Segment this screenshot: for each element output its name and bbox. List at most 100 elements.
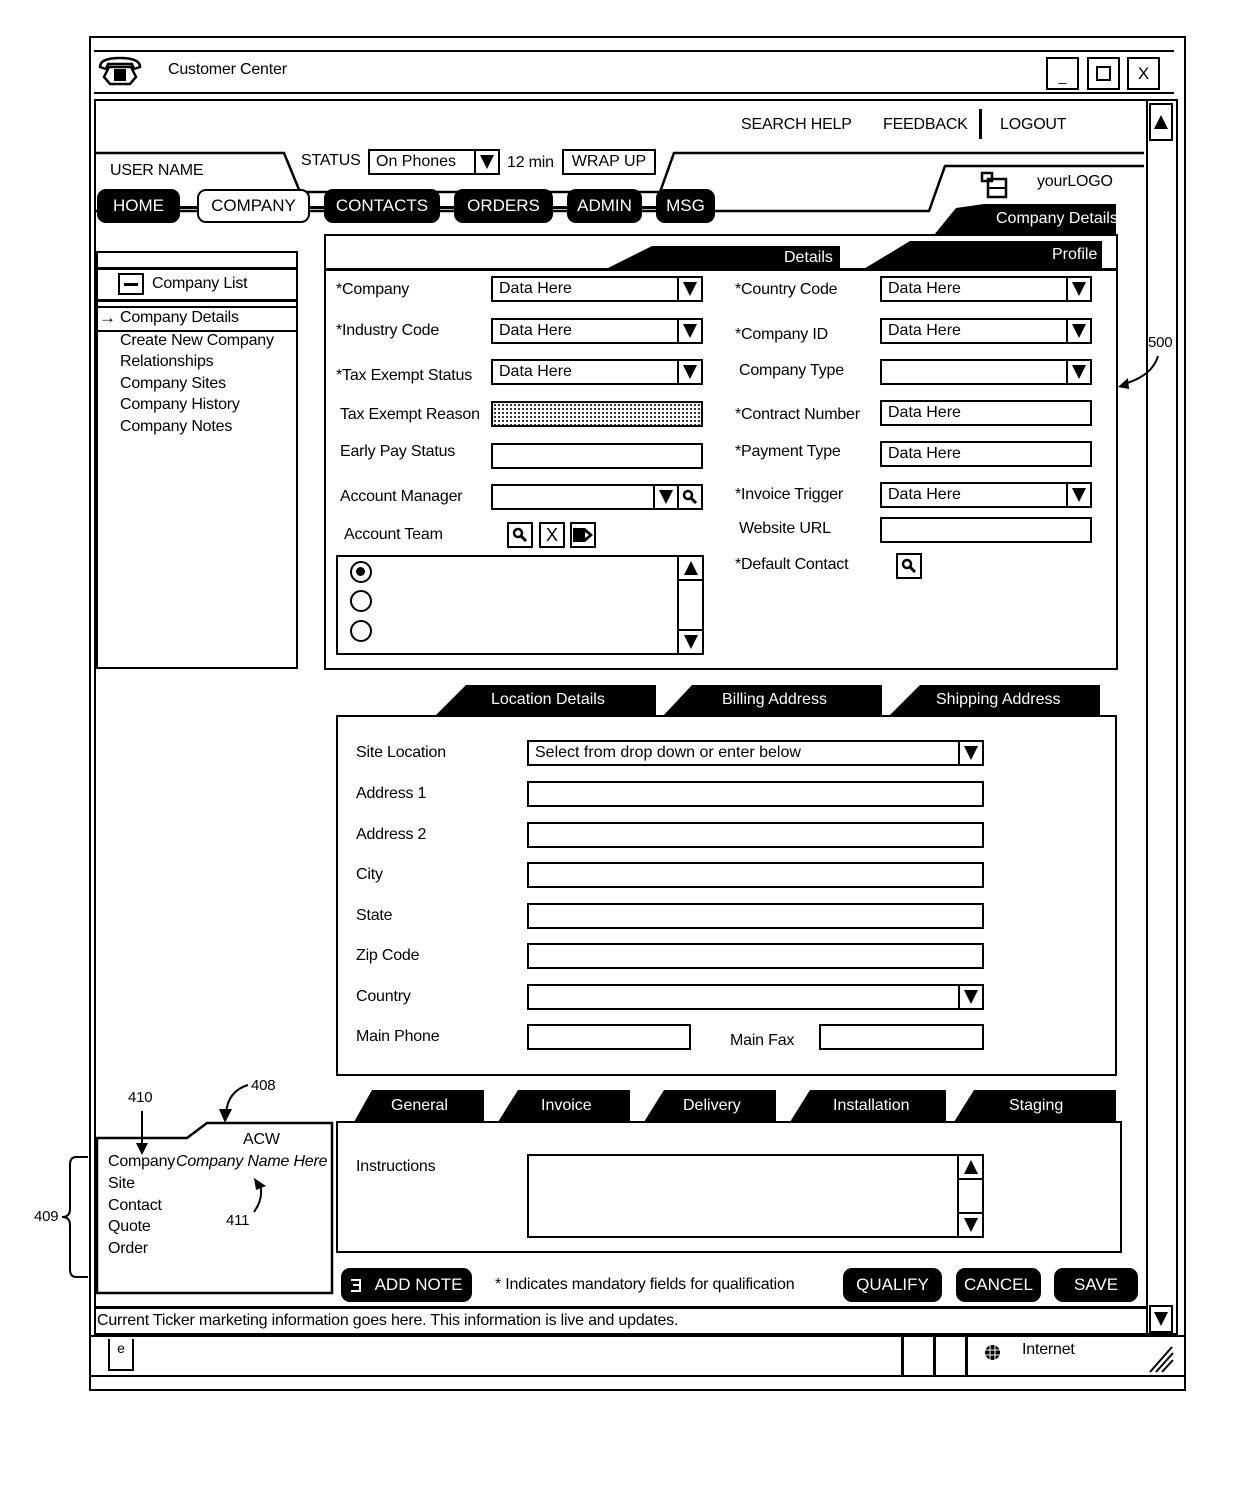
invoice-trigger-dropdown[interactable]: Data Here (880, 482, 1092, 508)
maximize-button[interactable] (1087, 57, 1120, 90)
nav-home[interactable]: HOME (97, 189, 180, 223)
company-id-dropdown[interactable]: Data Here (880, 318, 1092, 344)
payment-type-value: Data Here (888, 445, 961, 462)
sidebar-item-create-new-company[interactable]: Create New Company (120, 332, 274, 350)
account-manager-dropdown[interactable] (491, 484, 703, 510)
state-label: State (356, 907, 393, 924)
search-icon (901, 558, 917, 574)
tab-general[interactable]: General (391, 1097, 448, 1115)
save-label: SAVE (1073, 1275, 1119, 1294)
search-icon[interactable] (677, 486, 701, 508)
tab-installation[interactable]: Installation (833, 1097, 910, 1115)
address2-field[interactable] (527, 822, 984, 848)
add-note-button[interactable]: ADD NOTE (341, 1268, 472, 1302)
globe-icon (984, 1344, 1001, 1361)
account-team-radio-1[interactable] (350, 561, 372, 583)
instructions-scroll-up[interactable] (959, 1156, 982, 1180)
annotation-410: 410 (128, 1089, 153, 1106)
account-team-add-button[interactable] (570, 522, 596, 548)
save-button[interactable]: SAVE (1054, 1268, 1138, 1302)
wrap-up-button[interactable]: WRAP UP (562, 149, 656, 175)
nav-msg[interactable]: MSG (656, 189, 715, 223)
nav-contacts[interactable]: CONTACTS (324, 189, 440, 223)
early-pay-status-field[interactable] (491, 443, 703, 469)
industry-code-dropdown[interactable]: Data Here (491, 318, 703, 344)
vertical-scrollbar[interactable] (1146, 99, 1174, 1335)
account-team-radio-2[interactable] (350, 590, 372, 612)
sidebar-item-company-details[interactable]: Company Details (120, 309, 239, 327)
state-field[interactable] (527, 903, 984, 929)
city-label: City (356, 866, 383, 883)
country-label: Country (356, 988, 411, 1005)
tab-invoice[interactable]: Invoice (541, 1097, 592, 1115)
company-type-dropdown[interactable] (880, 359, 1092, 385)
qualify-button[interactable]: QUALIFY (843, 1268, 942, 1302)
sidebar-item-relationships[interactable]: Relationships (120, 353, 214, 371)
country-code-dropdown[interactable]: Data Here (880, 276, 1092, 302)
close-button[interactable]: X (1127, 57, 1160, 90)
sidebar-item-company-notes[interactable]: Company Notes (120, 418, 232, 436)
account-team-scroll-down[interactable] (679, 629, 702, 653)
default-contact-search-button[interactable] (896, 553, 922, 579)
tab-location-details[interactable]: Location Details (491, 691, 605, 709)
tab-profile[interactable]: Profile (1052, 246, 1097, 264)
tab-details[interactable]: Details (784, 249, 833, 267)
chevron-down-icon[interactable] (653, 486, 677, 508)
main-phone-field[interactable] (527, 1024, 691, 1050)
window-title: Customer Center (168, 61, 287, 78)
country-code-label: *Country Code (735, 281, 838, 298)
logout-link[interactable]: LOGOUT (1000, 116, 1067, 134)
instructions-scroll-down[interactable] (959, 1212, 982, 1236)
chevron-down-icon (1066, 484, 1090, 506)
chevron-down-icon (474, 151, 498, 173)
status-dropdown[interactable]: On Phones (368, 149, 500, 175)
status-label: STATUS (301, 152, 361, 169)
main-fax-field[interactable] (819, 1024, 984, 1050)
collapse-icon[interactable] (118, 273, 144, 295)
nav-company[interactable]: COMPANY (197, 189, 310, 223)
account-team-scroll-up[interactable] (679, 557, 702, 581)
status-divider-3 (965, 1336, 968, 1376)
status-divider-1 (901, 1336, 904, 1376)
account-team-radio-3[interactable] (350, 620, 372, 642)
country-dropdown[interactable] (527, 984, 984, 1010)
search-help-link[interactable]: SEARCH HELP (741, 116, 852, 134)
annotation-brace-409 (61, 1156, 88, 1278)
account-team-remove-button[interactable]: X (539, 522, 565, 548)
tab-staging[interactable]: Staging (1009, 1097, 1063, 1115)
acw-company-name[interactable]: Company Name Here (176, 1153, 328, 1171)
logo-icon (980, 171, 1008, 199)
nav-admin[interactable]: ADMIN (567, 189, 642, 223)
contract-number-field[interactable]: Data Here (880, 400, 1092, 426)
city-field[interactable] (527, 862, 984, 888)
website-url-field[interactable] (880, 517, 1092, 543)
payment-type-field[interactable]: Data Here (880, 441, 1092, 467)
tab-shipping-address[interactable]: Shipping Address (936, 691, 1061, 709)
cancel-button[interactable]: CANCEL (956, 1268, 1041, 1302)
maximize-icon (1096, 66, 1111, 81)
tab-billing-address[interactable]: Billing Address (722, 691, 827, 709)
annotation-409: 409 (34, 1208, 59, 1225)
feedback-link[interactable]: FEEDBACK (883, 116, 968, 134)
tax-exempt-status-dropdown[interactable]: Data Here (491, 359, 703, 385)
account-team-list[interactable] (336, 555, 704, 655)
resize-grip-icon[interactable] (1148, 1345, 1174, 1373)
instructions-textarea[interactable] (527, 1154, 984, 1238)
scroll-up-button[interactable] (1149, 103, 1173, 141)
details-tab-shapes (604, 241, 1102, 270)
arrow-right-icon: → (99, 308, 116, 327)
acw-row-order: Order (108, 1240, 148, 1257)
tab-delivery[interactable]: Delivery (683, 1097, 741, 1115)
minimize-button[interactable]: _ (1046, 57, 1079, 90)
sidebar-item-company-history[interactable]: Company History (120, 396, 240, 414)
sidebar-item-company-sites[interactable]: Company Sites (120, 375, 226, 393)
zip-code-field[interactable] (527, 943, 984, 969)
site-location-dropdown[interactable]: Select from drop down or enter below (527, 740, 984, 766)
address1-field[interactable] (527, 781, 984, 807)
scroll-down-button[interactable] (1149, 1305, 1173, 1333)
nav-orders[interactable]: ORDERS (454, 189, 553, 223)
company-list-title[interactable]: Company List (152, 275, 248, 293)
account-team-search-button[interactable] (507, 522, 533, 548)
status-divider-2 (933, 1336, 936, 1376)
company-dropdown[interactable]: Data Here (491, 276, 703, 302)
